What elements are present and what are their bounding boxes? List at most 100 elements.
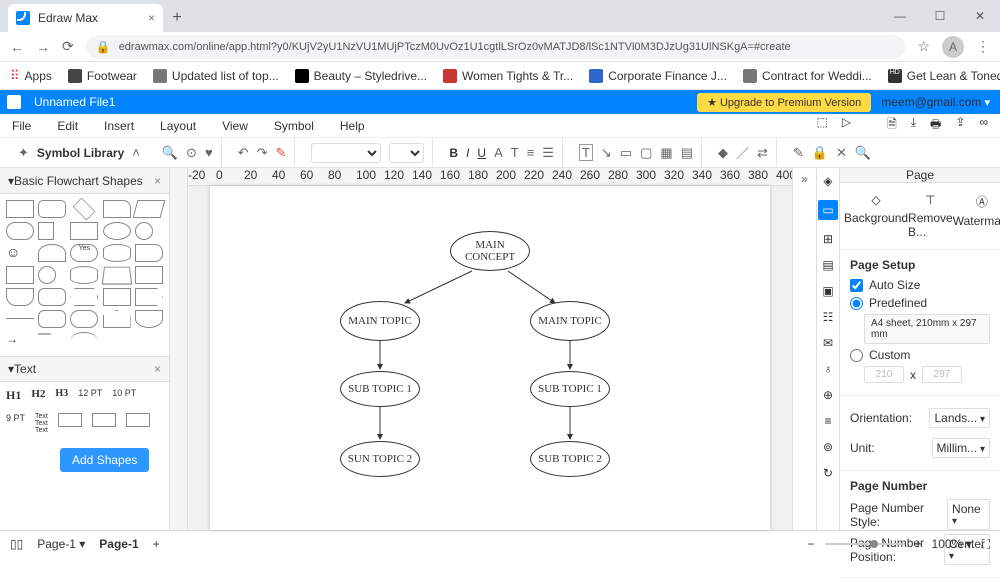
- text-panel-header[interactable]: ▾ Text ×: [0, 356, 169, 382]
- close-panel-icon[interactable]: ×: [154, 362, 161, 376]
- shape-home[interactable]: [103, 310, 131, 328]
- node-left-1[interactable]: MAIN TOPIC: [340, 301, 420, 341]
- shape-rect4[interactable]: [135, 266, 163, 284]
- image-icon[interactable]: ▦: [660, 145, 672, 161]
- menu-help[interactable]: Help: [340, 119, 365, 133]
- bookmark[interactable]: Contract for Weddi...: [743, 69, 872, 83]
- pages-icon[interactable]: ▯▯: [10, 537, 23, 551]
- zoom-in-button[interactable]: +: [915, 537, 922, 551]
- menu-view[interactable]: View: [222, 119, 248, 133]
- shape-circle2[interactable]: [38, 266, 56, 284]
- shape-circle[interactable]: [135, 222, 153, 240]
- search-icon[interactable]: 🔍: [162, 145, 178, 161]
- apps-button[interactable]: ⠿Apps: [10, 68, 52, 84]
- page-surface[interactable]: MAIN CONCEPT MAIN TOPIC MAIN TOPIC SUB T…: [210, 186, 770, 530]
- shape-diamond[interactable]: [73, 198, 96, 221]
- lock-icon[interactable]: 🔒: [812, 145, 828, 161]
- canvas[interactable]: MAIN CONCEPT MAIN TOPIC MAIN TOPIC SUB T…: [188, 186, 792, 530]
- page-setup-icon[interactable]: ▭: [818, 200, 838, 220]
- align-icon[interactable]: ≡: [824, 414, 831, 428]
- shape-yes[interactable]: Yes: [70, 244, 98, 262]
- shape-rect[interactable]: [6, 200, 34, 218]
- reload-icon[interactable]: ⟳: [62, 38, 74, 55]
- print-icon[interactable]: 🖶: [930, 115, 941, 136]
- chevron-up-icon[interactable]: ˄: [132, 145, 140, 160]
- app-logo[interactable]: [0, 95, 28, 109]
- background-button[interactable]: ◇Background: [844, 193, 908, 239]
- shape-step[interactable]: [103, 288, 131, 306]
- bookmark[interactable]: HDGet Lean & Toned I...: [888, 69, 1000, 83]
- paper-size-select[interactable]: A4 sheet, 210mm x 297 mm: [864, 314, 990, 344]
- library-icon[interactable]: ✦: [18, 145, 29, 161]
- node-right-3[interactable]: SUB TOPIC 2: [530, 441, 610, 477]
- zoom-slider[interactable]: [825, 543, 905, 545]
- auto-size-checkbox[interactable]: Auto Size: [850, 278, 990, 292]
- navigator-icon[interactable]: ⊚: [823, 440, 833, 454]
- shape-shield[interactable]: [135, 310, 163, 328]
- h1-button[interactable]: H1: [6, 388, 21, 403]
- edit-icon[interactable]: ✎: [793, 145, 804, 161]
- zoom-out-button[interactable]: −: [808, 537, 815, 551]
- settings-icon[interactable]: ✕: [836, 145, 847, 161]
- add-page-button[interactable]: +: [153, 537, 160, 551]
- minimize-icon[interactable]: —: [880, 0, 920, 32]
- zoom-value[interactable]: 100% ▾: [932, 537, 972, 551]
- node-right-2[interactable]: SUB TOPIC 1: [530, 371, 610, 407]
- layers-icon[interactable]: ▤: [822, 258, 833, 272]
- text-box2[interactable]: [92, 413, 116, 427]
- new-tab-button[interactable]: +: [163, 4, 191, 32]
- shape-doc[interactable]: [103, 200, 131, 218]
- line-icon[interactable]: ／: [736, 143, 749, 162]
- undo-icon[interactable]: ↶: [238, 145, 249, 161]
- text-tool-icon[interactable]: T: [579, 144, 593, 161]
- menu-symbol[interactable]: Symbol: [274, 119, 314, 133]
- pt-9[interactable]: 9 PT: [6, 413, 25, 434]
- orientation-select[interactable]: Lands... ▾: [929, 408, 990, 428]
- bookmark[interactable]: Footwear: [68, 69, 137, 83]
- font-size-select[interactable]: [389, 143, 424, 163]
- bookmark[interactable]: Women Tights & Tr...: [443, 69, 573, 83]
- node-root[interactable]: MAIN CONCEPT: [450, 231, 530, 271]
- align-icon[interactable]: ≡: [527, 145, 535, 160]
- symbol-library-button[interactable]: Symbol Library: [37, 146, 124, 160]
- back-icon[interactable]: ←: [10, 39, 24, 55]
- format-icon[interactable]: ⊕: [823, 388, 833, 402]
- close-tab-icon[interactable]: ×: [148, 11, 155, 25]
- star-icon[interactable]: ☆: [917, 38, 930, 55]
- height-input[interactable]: 297: [922, 366, 962, 383]
- add-shapes-button[interactable]: Add Shapes: [60, 448, 149, 472]
- page-select[interactable]: Page-1 ▾: [37, 537, 85, 551]
- url-input[interactable]: 🔒 edrawmax.com/online/app.html?y0/KUjV2y…: [86, 35, 906, 59]
- text-size-icon[interactable]: T: [511, 145, 519, 160]
- font-color-icon[interactable]: A: [494, 145, 503, 160]
- tree-icon[interactable]: ♁: [824, 362, 833, 376]
- fullscreen-icon[interactable]: ⛶: [982, 537, 990, 552]
- link-icon[interactable]: ∞: [979, 115, 988, 136]
- h2-button[interactable]: H2: [31, 388, 45, 403]
- close-panel-icon[interactable]: ×: [154, 174, 161, 188]
- underline-icon[interactable]: U: [477, 145, 486, 160]
- pt-12[interactable]: 12 PT: [78, 388, 102, 403]
- favorite-icon[interactable]: ♥: [205, 145, 213, 160]
- shape-tape[interactable]: [135, 244, 163, 262]
- arrow-style-icon[interactable]: ⇄: [757, 145, 768, 161]
- browser-tab[interactable]: Edraw Max ×: [8, 4, 163, 32]
- shape-ellipse[interactable]: [103, 222, 131, 240]
- shape-rnd2[interactable]: [38, 288, 66, 306]
- bookmark[interactable]: Updated list of top...: [153, 69, 279, 83]
- shape-rnd3[interactable]: [38, 310, 66, 328]
- export-icon[interactable]: ⤓: [911, 115, 916, 136]
- remove-bg-button[interactable]: ⊤Remove B...: [908, 193, 953, 239]
- play-icon[interactable]: ▷: [842, 115, 851, 136]
- bookmark[interactable]: Beauty – Styledrive...: [295, 69, 427, 83]
- pt-10[interactable]: 10 PT: [112, 388, 136, 403]
- node-left-2[interactable]: SUB TOPIC 1: [340, 371, 420, 407]
- find-icon[interactable]: 🔍: [855, 145, 871, 161]
- h3-button[interactable]: H3: [55, 388, 68, 403]
- shape-icon[interactable]: ▭: [620, 145, 632, 161]
- node-left-3[interactable]: SUN TOPIC 2: [340, 441, 420, 477]
- shape-rounded[interactable]: [38, 200, 66, 218]
- fill-icon[interactable]: ◆: [718, 145, 728, 161]
- pn-style-select[interactable]: None ▾: [947, 499, 990, 530]
- storage-icon[interactable]: ☷: [823, 310, 834, 324]
